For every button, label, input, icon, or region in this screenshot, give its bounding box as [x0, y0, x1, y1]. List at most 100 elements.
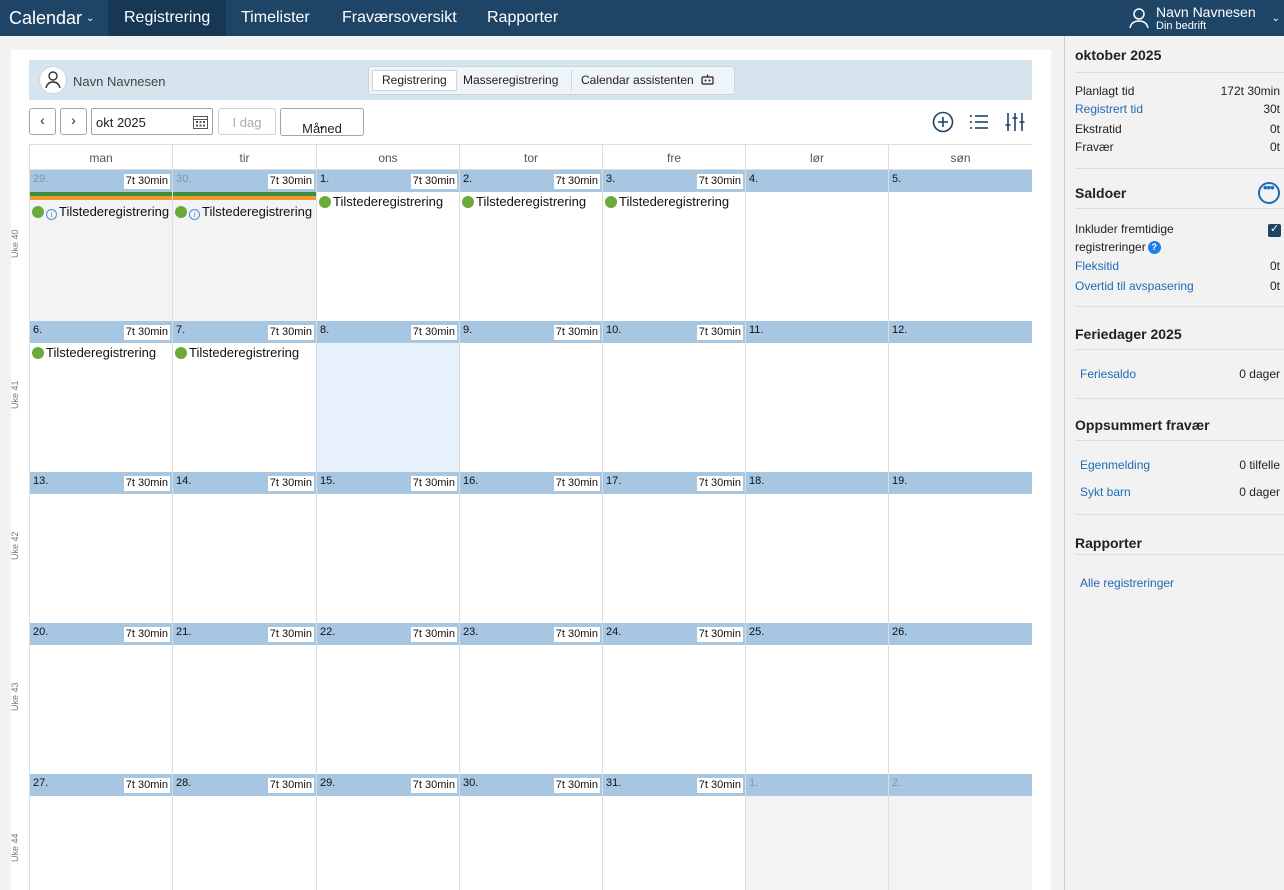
registration-event[interactable]: Tilstederegistrering: [175, 345, 313, 361]
calendar-day-cell[interactable]: 30. 7t 30min: [459, 774, 602, 890]
calendar-day-cell[interactable]: 6. 7t 30min Tilstederegistrering: [29, 321, 172, 472]
registration-status-stripe: [30, 196, 172, 200]
prev-month-button[interactable]: ‹: [29, 108, 56, 135]
registration-event[interactable]: Tilstederegistrering: [32, 345, 170, 361]
calendar-day-cell[interactable]: 28. 7t 30min: [172, 774, 316, 890]
view-select-button[interactable]: Måned ⌄: [280, 108, 364, 136]
divider: [1075, 306, 1284, 307]
calendar-day-cell[interactable]: 29. 7t 30min: [316, 774, 459, 890]
calendar-day-cell[interactable]: 29. 7t 30min i Tilstederegistrering: [29, 170, 172, 321]
add-circle-icon[interactable]: [931, 110, 955, 134]
calendar-day-cell[interactable]: 1. 7t 30min Tilstederegistrering: [316, 170, 459, 321]
month-date-field[interactable]: okt 2025: [91, 108, 213, 135]
day-header-bar: 22. 7t 30min: [317, 623, 459, 645]
summary-sidebar: oktober 2025 Planlagt tid 172t 30min Regi…: [1064, 36, 1284, 890]
calendar-day-cell[interactable]: 19.: [888, 472, 1032, 623]
user-menu[interactable]: Navn Navnesen Din bedrift ⌄: [1128, 0, 1284, 36]
next-month-button[interactable]: ›: [60, 108, 87, 135]
flextime-link[interactable]: Fleksitid: [1075, 259, 1119, 273]
calendar-day-cell[interactable]: 26.: [888, 623, 1032, 774]
tab-registrering[interactable]: Registrering: [108, 0, 227, 36]
calendar-day-cell[interactable]: 16. 7t 30min: [459, 472, 602, 623]
status-dot-icon: [319, 196, 331, 208]
calendar-icon[interactable]: [193, 115, 208, 129]
summary-row-absence: Fravær 0t: [1075, 140, 1280, 156]
planned-hours-badge: 7t 30min: [267, 174, 314, 189]
calendar-day-cell[interactable]: 8. 7t 30min: [316, 321, 459, 472]
registration-event[interactable]: i Tilstederegistrering: [175, 204, 313, 220]
check-icon: ✓: [1270, 223, 1280, 235]
planned-hours-badge: 7t 30min: [267, 778, 314, 793]
day-header-bar: 7. 7t 30min: [173, 321, 316, 343]
day-header-bar: 29. 7t 30min: [317, 774, 459, 796]
planned-hours-badge: 7t 30min: [267, 476, 314, 491]
vacation-balance-link[interactable]: Feriesaldo: [1080, 367, 1136, 381]
calendar-day-cell[interactable]: 11.: [745, 321, 888, 472]
registration-event[interactable]: Tilstederegistrering: [319, 194, 457, 210]
calendar-day-cell[interactable]: 7. 7t 30min Tilstederegistrering: [172, 321, 316, 472]
calendar-day-cell[interactable]: 2.: [888, 774, 1032, 890]
day-header-bar: 24. 7t 30min: [603, 623, 745, 645]
tab-rapporter[interactable]: Rapporter: [471, 0, 574, 36]
registration-event[interactable]: i Tilstederegistrering: [32, 204, 170, 220]
day-header-bar: 30. 7t 30min: [460, 774, 602, 796]
user-strip: Navn Navnesen Registrering Masseregistre…: [29, 60, 1032, 100]
calendar-day-cell[interactable]: 23. 7t 30min: [459, 623, 602, 774]
event-label: Tilstederegistrering: [476, 194, 587, 209]
calendar-day-cell[interactable]: 2. 7t 30min Tilstederegistrering: [459, 170, 602, 321]
month-date-value: okt 2025: [96, 115, 146, 130]
day-header-bar: 27. 7t 30min: [30, 774, 172, 796]
calendar-day-cell[interactable]: 25.: [745, 623, 888, 774]
segment-masseregistrering[interactable]: Masseregistrering: [454, 70, 567, 91]
all-registrations-link[interactable]: Alle registreringer: [1080, 576, 1174, 590]
calendar-day-cell[interactable]: 24. 7t 30min: [602, 623, 745, 774]
calendar-day-cell[interactable]: 20. 7t 30min: [29, 623, 172, 774]
calendar-day-cell[interactable]: 30. 7t 30min i Tilstederegistrering: [172, 170, 316, 321]
planned-hours-badge: 7t 30min: [553, 325, 600, 340]
calendar-day-cell[interactable]: 9. 7t 30min: [459, 321, 602, 472]
planned-hours-badge: 7t 30min: [553, 627, 600, 642]
summary-row-extra: Ekstratid 0t: [1075, 122, 1280, 138]
help-icon[interactable]: ?: [1147, 241, 1161, 254]
tab-timelister[interactable]: Timelister: [225, 0, 326, 36]
self-certification-link[interactable]: Egenmelding: [1080, 458, 1150, 472]
calendar-day-cell[interactable]: 18.: [745, 472, 888, 623]
registration-event[interactable]: Tilstederegistrering: [462, 194, 600, 210]
calendar-day-cell[interactable]: 10. 7t 30min: [602, 321, 745, 472]
calendar-day-cell[interactable]: 31. 7t 30min: [602, 774, 745, 890]
more-options-icon[interactable]: •••: [1258, 180, 1280, 204]
today-button[interactable]: I dag: [218, 108, 276, 135]
registration-event[interactable]: Tilstederegistrering: [605, 194, 743, 210]
robot-icon: [701, 74, 714, 85]
include-future-line1: Inkluder fremtidige: [1075, 222, 1174, 236]
filter-sliders-icon[interactable]: [1003, 110, 1027, 134]
calendar-day-cell[interactable]: 14. 7t 30min: [172, 472, 316, 623]
calendar-day-cell[interactable]: 15. 7t 30min: [316, 472, 459, 623]
calendar-day-cell[interactable]: 1.: [745, 774, 888, 890]
include-future-label-2: registreringer?: [1075, 240, 1280, 256]
event-label: Tilstederegistrering: [189, 345, 300, 360]
registered-time-link[interactable]: Registrert tid: [1075, 102, 1143, 116]
sick-child-link[interactable]: Sykt barn: [1080, 485, 1131, 499]
segment-registrering[interactable]: Registrering: [372, 70, 457, 91]
user-name: Navn Navnesen: [1156, 4, 1256, 20]
calendar-day-cell[interactable]: 4.: [745, 170, 888, 321]
day-header-bar: 19.: [889, 472, 1032, 494]
overtime-link[interactable]: Overtid til avspasering: [1075, 279, 1194, 293]
list-view-icon[interactable]: [967, 110, 991, 134]
include-future-checkbox[interactable]: ✓: [1268, 223, 1281, 237]
calendar-day-cell[interactable]: 3. 7t 30min Tilstederegistrering: [602, 170, 745, 321]
day-header-bar: 14. 7t 30min: [173, 472, 316, 494]
calendar-day-cell[interactable]: 22. 7t 30min: [316, 623, 459, 774]
calendar-day-cell[interactable]: 17. 7t 30min: [602, 472, 745, 623]
day-number: 1.: [320, 173, 330, 185]
tab-fravaersoversikt[interactable]: Fraværsoversikt: [326, 0, 473, 36]
calendar-day-cell[interactable]: 13. 7t 30min: [29, 472, 172, 623]
reports-row: Alle registreringer: [1080, 576, 1284, 592]
calendar-day-cell[interactable]: 12.: [888, 321, 1032, 472]
calendar-day-cell[interactable]: 5.: [888, 170, 1032, 321]
segment-calendar-assistenten[interactable]: Calendar assistenten: [571, 70, 723, 91]
calendar-day-cell[interactable]: 21. 7t 30min: [172, 623, 316, 774]
calendar-day-cell[interactable]: 27. 7t 30min: [29, 774, 172, 890]
app-menu[interactable]: Calendar ⌄: [9, 0, 94, 36]
